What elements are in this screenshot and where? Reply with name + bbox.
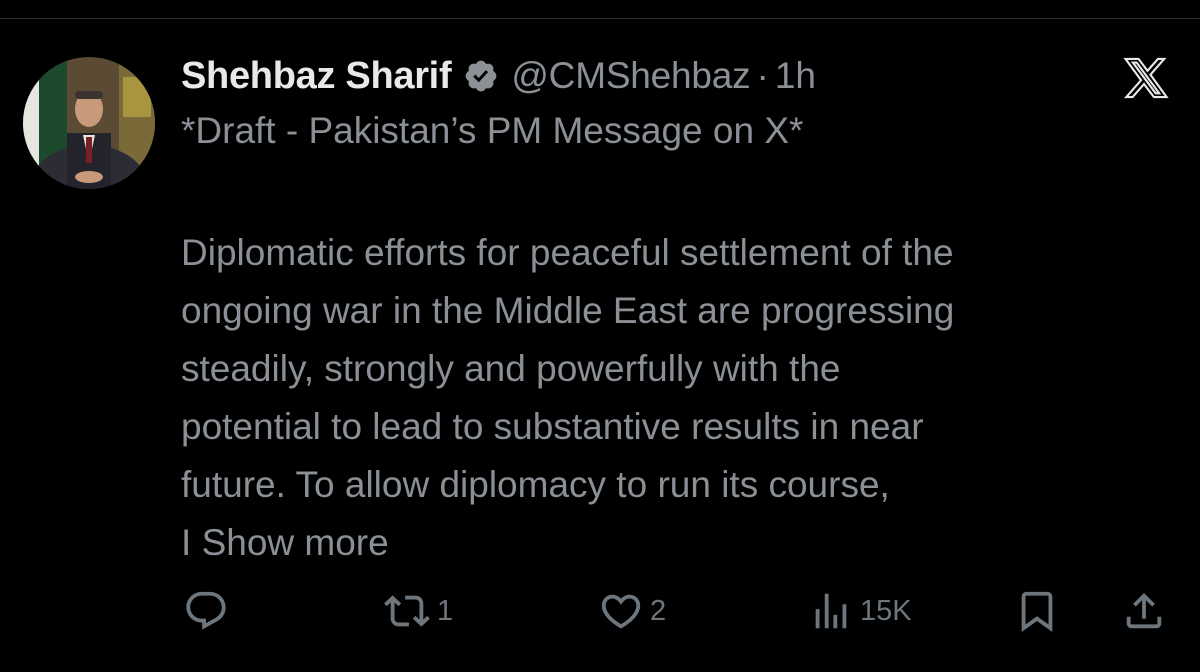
heart-icon: [601, 594, 641, 629]
like-button[interactable]: 2: [598, 585, 666, 637]
views-icon: [815, 593, 847, 629]
post-header: Shehbaz Sharif @CMShehbaz · 1h: [181, 52, 816, 100]
post-body-line: ongoing war in the Middle East are progr…: [181, 290, 955, 331]
post-body-line: Diplomatic efforts for peaceful settleme…: [181, 232, 954, 273]
separator-dot: ·: [756, 55, 769, 96]
x-logo-icon[interactable]: [1122, 56, 1170, 100]
bookmark-button[interactable]: [1014, 585, 1060, 637]
repost-button[interactable]: 1: [383, 585, 453, 637]
reply-icon: [186, 591, 226, 630]
post-body-line: steadily, strongly and powerfully with t…: [181, 348, 841, 389]
views-count: 15K: [860, 594, 912, 627]
bookmark-icon: [1021, 591, 1053, 632]
share-icon: [1126, 592, 1162, 629]
verified-badge-icon: [463, 58, 499, 94]
author-display-name[interactable]: Shehbaz Sharif: [181, 55, 452, 98]
avatar-photo: [23, 57, 155, 189]
repost-count: 1: [437, 594, 454, 627]
post-body-line: future. To allow diplomacy to run its co…: [181, 464, 890, 505]
show-more-link[interactable]: Show more: [202, 522, 389, 563]
share-button[interactable]: [1121, 585, 1167, 637]
views-button[interactable]: 15K: [808, 585, 912, 637]
repost-icon: [384, 595, 430, 627]
draft-note: *Draft - Pakistan’s PM Message on X*: [181, 110, 804, 151]
post-body: Diplomatic efforts for peaceful settleme…: [181, 224, 1171, 572]
avatar[interactable]: [23, 57, 155, 189]
post-body-last-line: I Show more: [181, 514, 1171, 572]
action-bar: 1 2 15K: [0, 585, 1200, 637]
top-divider: [0, 18, 1200, 19]
truncated-text: I: [181, 522, 192, 563]
post-body-line: potential to lead to substantive results…: [181, 406, 924, 447]
post-timestamp[interactable]: 1h: [775, 55, 816, 97]
like-count: 2: [650, 594, 667, 627]
author-handle[interactable]: @CMShehbaz: [511, 55, 750, 97]
reply-button[interactable]: [183, 585, 229, 637]
